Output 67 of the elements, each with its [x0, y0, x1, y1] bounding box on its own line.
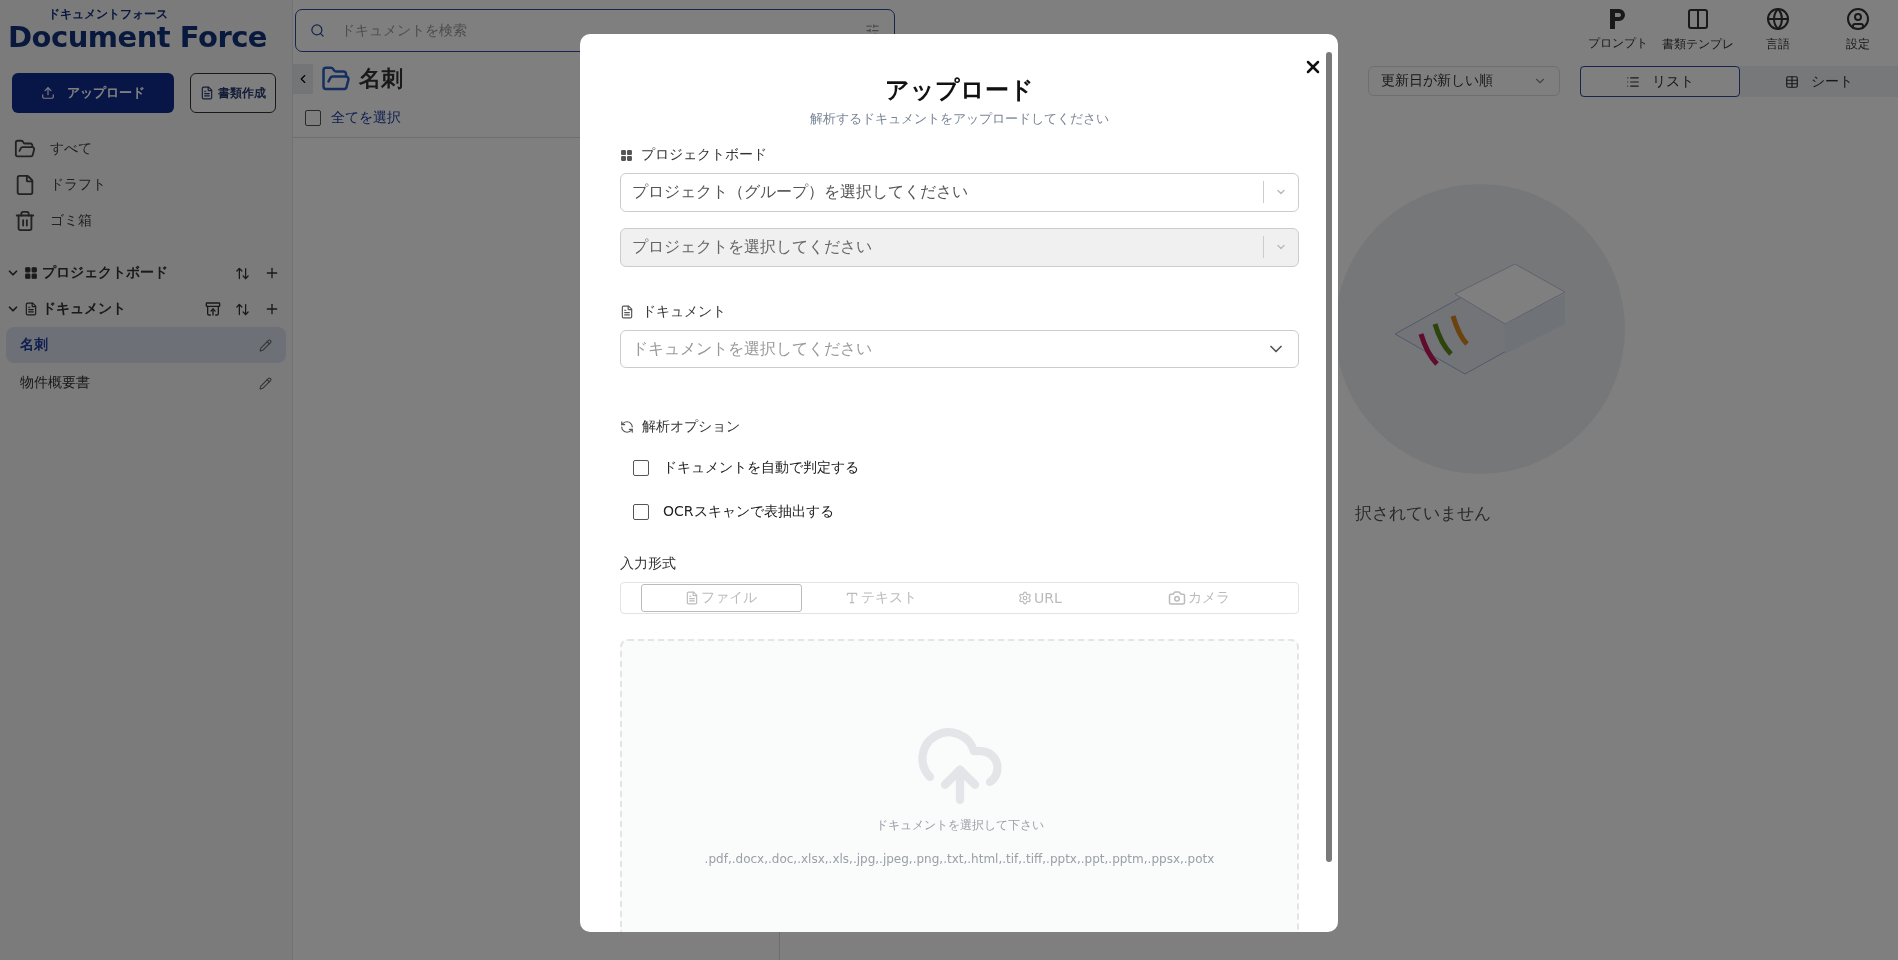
scrollbar[interactable]	[1326, 52, 1332, 862]
header-action-button[interactable]: 書類テンプレ	[1658, 2, 1738, 58]
grid-icon	[24, 266, 38, 280]
archive-icon[interactable]	[205, 301, 221, 317]
field-label: 解析オプション	[642, 418, 740, 437]
sidebar-nav-item[interactable]: すべて	[50, 140, 92, 158]
search-icon	[310, 22, 325, 38]
file-icon	[685, 590, 700, 605]
document-type-item[interactable]: 物件概要書	[6, 365, 286, 401]
camera-icon	[1167, 588, 1186, 607]
document-icon	[620, 304, 634, 319]
option-checkbox[interactable]	[633, 459, 649, 476]
collapse-sidebar-button[interactable]	[293, 64, 313, 94]
logo-subtitle: ドキュメントフォース	[48, 8, 169, 21]
folder-icon	[14, 138, 36, 160]
sidebar-nav-item[interactable]: ゴミ箱	[50, 212, 92, 230]
file-dropzone[interactable]: ドキュメントを選択して下さい .pdf,.docx,.doc,.xlsx,.xls,.jpg,.jpeg,.png,.txt,.html,.tif,.tiff,.pptx,.ppt,.pptm,.ppsx,.potx	[620, 638, 1299, 932]
template-icon	[1686, 7, 1710, 31]
select-field[interactable]: ドキュメントを選択してください	[620, 329, 1299, 369]
dialog-title: アップロード	[884, 75, 1035, 106]
add-icon[interactable]	[264, 301, 280, 317]
grid-icon	[620, 148, 633, 162]
upload-button[interactable]: アップロード	[12, 73, 174, 113]
sheet-icon	[1785, 74, 1799, 89]
dialog-subtitle: 解析するドキュメントをアップロードしてください	[809, 110, 1110, 128]
edit-icon[interactable]	[259, 338, 272, 352]
file-icon	[14, 174, 36, 196]
view-tab[interactable]: シート	[1740, 66, 1898, 97]
field-label: 入力形式	[620, 554, 676, 573]
sort-dropdown[interactable]: 更新日が新しい順	[1368, 66, 1560, 96]
view-tab[interactable]: リスト	[1580, 66, 1740, 97]
select-all-label[interactable]: 全てを選択	[331, 108, 401, 127]
sort-icon[interactable]	[235, 301, 250, 317]
empty-state-message: 択されていません	[1355, 502, 1491, 525]
list-icon	[1626, 74, 1640, 89]
refresh-icon	[620, 420, 634, 435]
folder-title: 名刺	[359, 65, 403, 93]
field-label: ドキュメント	[642, 302, 726, 321]
gear-icon	[1018, 590, 1032, 605]
edit-icon[interactable]	[259, 376, 272, 390]
document-type-item[interactable]: 名刺	[6, 327, 286, 363]
field-label: プロジェクトボード	[641, 146, 767, 164]
dropzone-prompt: ドキュメントを選択して下さい	[875, 816, 1044, 834]
document-icon	[200, 86, 214, 100]
option-label[interactable]: ドキュメントを自動で判定する	[663, 458, 859, 477]
option-checkbox[interactable]	[633, 504, 649, 521]
select-field[interactable]: プロジェクト（グループ）を選択してください	[620, 173, 1299, 212]
section-title[interactable]: ドキュメント	[42, 300, 201, 318]
trash-icon	[14, 210, 36, 232]
header-action-button[interactable]: 設定	[1818, 2, 1898, 58]
add-icon[interactable]	[264, 265, 280, 281]
sidebar-nav-item[interactable]: ドラフト	[50, 176, 106, 194]
document-icon	[24, 302, 38, 316]
globe-icon	[1766, 7, 1790, 31]
text-icon	[845, 590, 860, 605]
user-icon	[1846, 7, 1870, 31]
header-action-button[interactable]: プロンプト	[1578, 2, 1658, 58]
header-action-button[interactable]: 言語	[1738, 2, 1818, 58]
create-document-button[interactable]: 書類作成	[190, 73, 276, 113]
accepted-formats: .pdf,.docx,.doc,.xlsx,.xls,.jpg,.jpeg,.png,.txt,.html,.tif,.tiff,.pptx,.ppt,.pptm,.ppsx,.potx	[704, 851, 1215, 866]
logo: Document Force	[8, 21, 269, 53]
select-all-checkbox[interactable]	[305, 109, 321, 126]
option-label[interactable]: OCRスキャンで表抽出する	[663, 503, 834, 522]
upload-icon	[41, 86, 55, 100]
sort-icon[interactable]	[235, 265, 250, 281]
prompt-icon	[1608, 8, 1628, 30]
section-title[interactable]: プロジェクトボード	[42, 264, 231, 282]
